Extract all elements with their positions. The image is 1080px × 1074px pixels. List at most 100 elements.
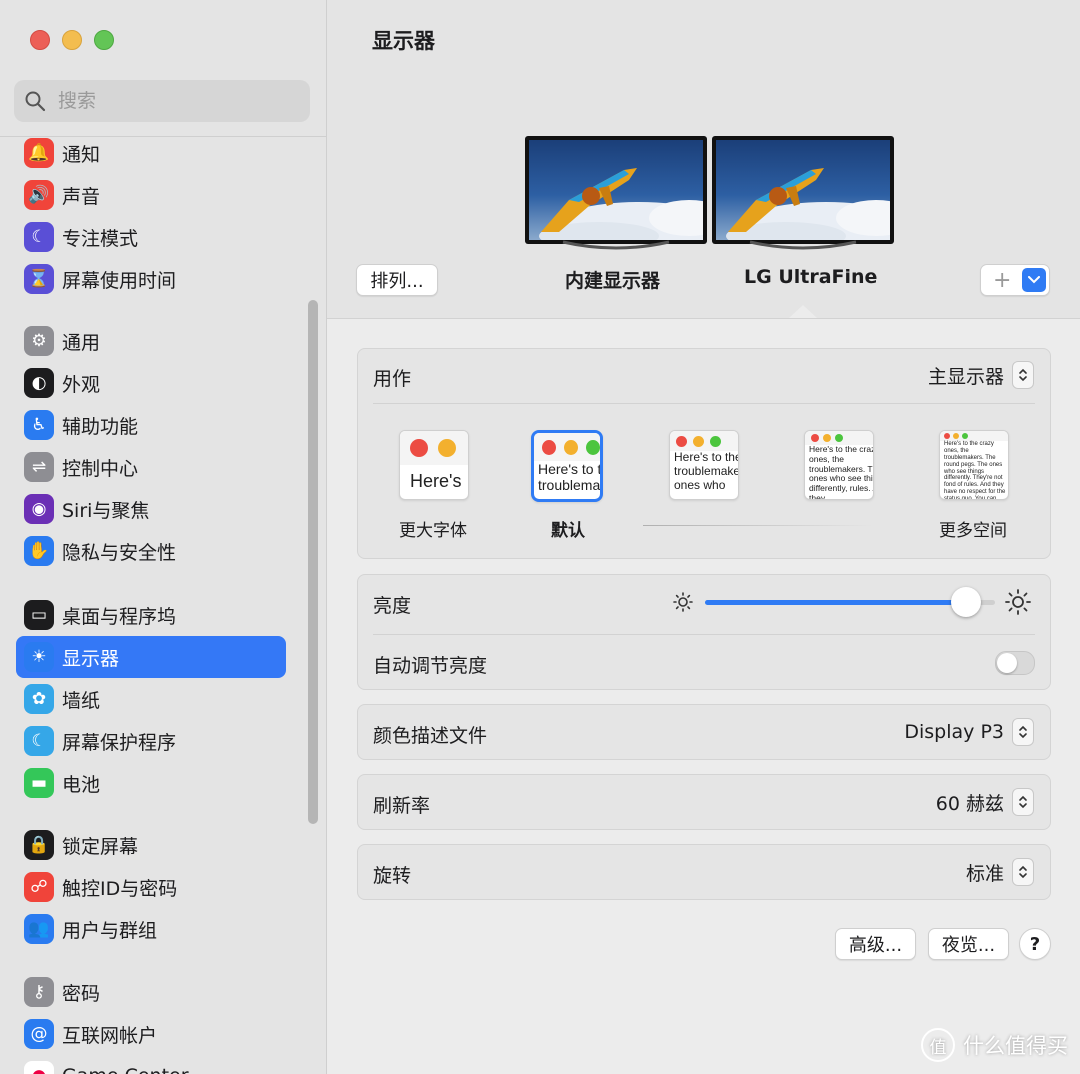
color-profile-popup[interactable]: Display P3 <box>904 718 1034 746</box>
scale-option-3[interactable]: Here's to the troublemakers, the ones wh… <box>669 430 741 500</box>
sidebar-item-label: 专注模式 <box>62 227 139 250</box>
sidebar-item-label: 隐私与安全性 <box>62 541 177 564</box>
sidebar-item[interactable]: ▭ 桌面与程序坞 <box>16 594 286 636</box>
auto-brightness-label: 自动调节亮度 <box>373 655 488 677</box>
scale-option-default[interactable]: Here's to the troublemakers <box>531 430 603 502</box>
brightness-slider-knob[interactable] <box>951 587 981 617</box>
sidebar-item[interactable]: ⇌ 控制中心 <box>16 446 286 488</box>
panel-divider <box>373 634 1035 635</box>
close-button[interactable] <box>30 30 50 50</box>
sidebar-item[interactable]: ☾ 专注模式 <box>16 216 286 258</box>
sidebar-item[interactable]: ♿ 辅助功能 <box>16 404 286 446</box>
sidebar-item-label: 控制中心 <box>62 457 139 480</box>
display-arrangement-header: 显示器 排列... 内建显示器 LG UltraFine + <box>327 0 1080 319</box>
sidebar-item[interactable]: @ 互联网帐户 <box>16 1013 286 1055</box>
users-icon: 👥 <box>24 914 54 944</box>
minimize-button[interactable] <box>62 30 82 50</box>
plus-icon: + <box>993 267 1012 293</box>
sidebar-item-label: 互联网帐户 <box>62 1024 158 1047</box>
display-label-lg[interactable]: LG UltraFine <box>744 266 877 288</box>
hand-icon: ✋ <box>24 536 54 566</box>
sidebar-item-label: 屏幕使用时间 <box>62 269 177 292</box>
sun-icon: ☀ <box>24 642 54 672</box>
color-profile-panel: 颜色描述文件 Display P3 <box>357 704 1051 760</box>
battery-icon: ▬ <box>24 768 54 798</box>
sidebar-item[interactable]: ● Game Center <box>16 1055 286 1074</box>
scale-option-more-space[interactable]: Here's to the crazy ones, the troublemak… <box>939 430 1011 500</box>
refresh-rate-panel: 刷新率 60 赫兹 <box>357 774 1051 830</box>
auto-brightness-toggle[interactable] <box>995 651 1035 675</box>
sidebar-item[interactable]: ☀ 显示器 <box>16 636 286 678</box>
sidebar-item-label: 锁定屏幕 <box>62 835 139 858</box>
sidebar-item-label: 屏幕保护程序 <box>62 731 177 754</box>
wallpaper-image <box>716 140 890 240</box>
sidebar-item-label: 桌面与程序坞 <box>62 605 177 628</box>
selection-caret <box>789 305 817 318</box>
use-as-popup[interactable]: 主显示器 <box>928 361 1034 389</box>
scale-option-4[interactable]: Here's to the crazy ones, the troublemak… <box>804 430 876 500</box>
sidebar-item[interactable]: ▬ 电池 <box>16 762 286 804</box>
search-input[interactable] <box>56 89 280 113</box>
color-profile-label: 颜色描述文件 <box>373 725 488 747</box>
sidebar-item-label: Siri与聚焦 <box>62 499 150 522</box>
sidebar-item[interactable]: 🔔 通知 <box>16 132 286 174</box>
sidebar-item[interactable]: ◉ Siri与聚焦 <box>16 488 286 530</box>
watermark-badge: 值 <box>921 1028 955 1062</box>
zoom-button[interactable] <box>94 30 114 50</box>
lock-icon: 🔒 <box>24 830 54 860</box>
color-profile-value: Display P3 <box>904 721 1004 743</box>
main-pane: 显示器 排列... 内建显示器 LG UltraFine + 用作 主显示器 H… <box>327 0 1080 1074</box>
sidebar-item[interactable]: 🔊 声音 <box>16 174 286 216</box>
sidebar-item[interactable]: ◐ 外观 <box>16 362 286 404</box>
window-controls <box>30 30 114 50</box>
search-icon <box>25 91 46 112</box>
hourglass-icon: ⌛ <box>24 264 54 294</box>
wallpaper-image <box>529 140 703 240</box>
key-icon: ⚷ <box>24 977 54 1007</box>
sidebar-item[interactable]: ✋ 隐私与安全性 <box>16 530 286 572</box>
sidebar-item-label: 用户与群组 <box>62 919 158 942</box>
arrange-button[interactable]: 排列... <box>356 264 438 296</box>
display-label-builtin[interactable]: 内建显示器 <box>565 266 660 293</box>
sidebar-item-label: 触控ID与密码 <box>62 877 178 900</box>
help-button[interactable]: ? <box>1019 928 1051 960</box>
sidebar-item[interactable]: 🔒 锁定屏幕 <box>16 824 286 866</box>
scale-option-larger-text[interactable]: Here's <box>399 430 471 500</box>
sidebar-item[interactable]: ⚷ 密码 <box>16 971 286 1013</box>
watermark-text: 什么值得买 <box>963 1034 1068 1058</box>
rotation-label: 旋转 <box>373 865 412 887</box>
flower-icon: ✿ <box>24 684 54 714</box>
brightness-slider-fill <box>705 600 966 605</box>
at-icon: @ <box>24 1019 54 1049</box>
brightness-slider[interactable] <box>705 587 995 617</box>
speaker-icon: 🔊 <box>24 180 54 210</box>
gear-icon: ⚙ <box>24 326 54 356</box>
moon-icon: ☾ <box>24 222 54 252</box>
scale-caption-larger-text: 更大字体 <box>399 521 467 541</box>
chevron-down-icon[interactable] <box>1022 268 1046 292</box>
sidebar-item-label: 辅助功能 <box>62 415 139 438</box>
rotation-value: 标准 <box>965 862 1004 885</box>
night-shift-button[interactable]: 夜览... <box>928 928 1009 960</box>
appearance-icon: ◐ <box>24 368 54 398</box>
rotation-popup[interactable]: 标准 <box>966 858 1034 886</box>
use-as-value: 主显示器 <box>927 365 1004 388</box>
add-display-button[interactable]: + <box>980 264 1050 296</box>
advanced-button[interactable]: 高级... <box>835 928 916 960</box>
refresh-rate-popup[interactable]: 60 赫兹 <box>936 788 1034 816</box>
sidebar-item[interactable]: 👥 用户与群组 <box>16 908 286 950</box>
sidebar-item[interactable]: ⚙ 通用 <box>16 320 286 362</box>
brightness-panel: 亮度 自动调节亮度 <box>357 574 1051 690</box>
sidebar-item[interactable]: ⌛ 屏幕使用时间 <box>16 258 286 300</box>
sidebar-item[interactable]: ✿ 墙纸 <box>16 678 286 720</box>
fingerprint-icon: ☍ <box>24 872 54 902</box>
system-settings-window: 🔔 通知 🔊 声音 ☾ 专注模式 ⌛ 屏幕使用时间 ⚙ 通用 ◐ 外观 ♿ 辅助功能 ⇌ 控制中心 ◉ Siri与… <box>0 0 1080 1074</box>
sidebar-item[interactable]: ☾ 屏幕保护程序 <box>16 720 286 762</box>
search-field[interactable] <box>14 80 310 122</box>
scale-caption-more-space: 更多空间 <box>939 521 1007 541</box>
sidebar-scrollbar[interactable] <box>308 300 318 824</box>
display-thumbnail-builtin[interactable] <box>525 136 707 250</box>
brightness-label: 亮度 <box>373 595 412 617</box>
display-thumbnail-lg[interactable] <box>712 136 894 250</box>
sidebar-item[interactable]: ☍ 触控ID与密码 <box>16 866 286 908</box>
